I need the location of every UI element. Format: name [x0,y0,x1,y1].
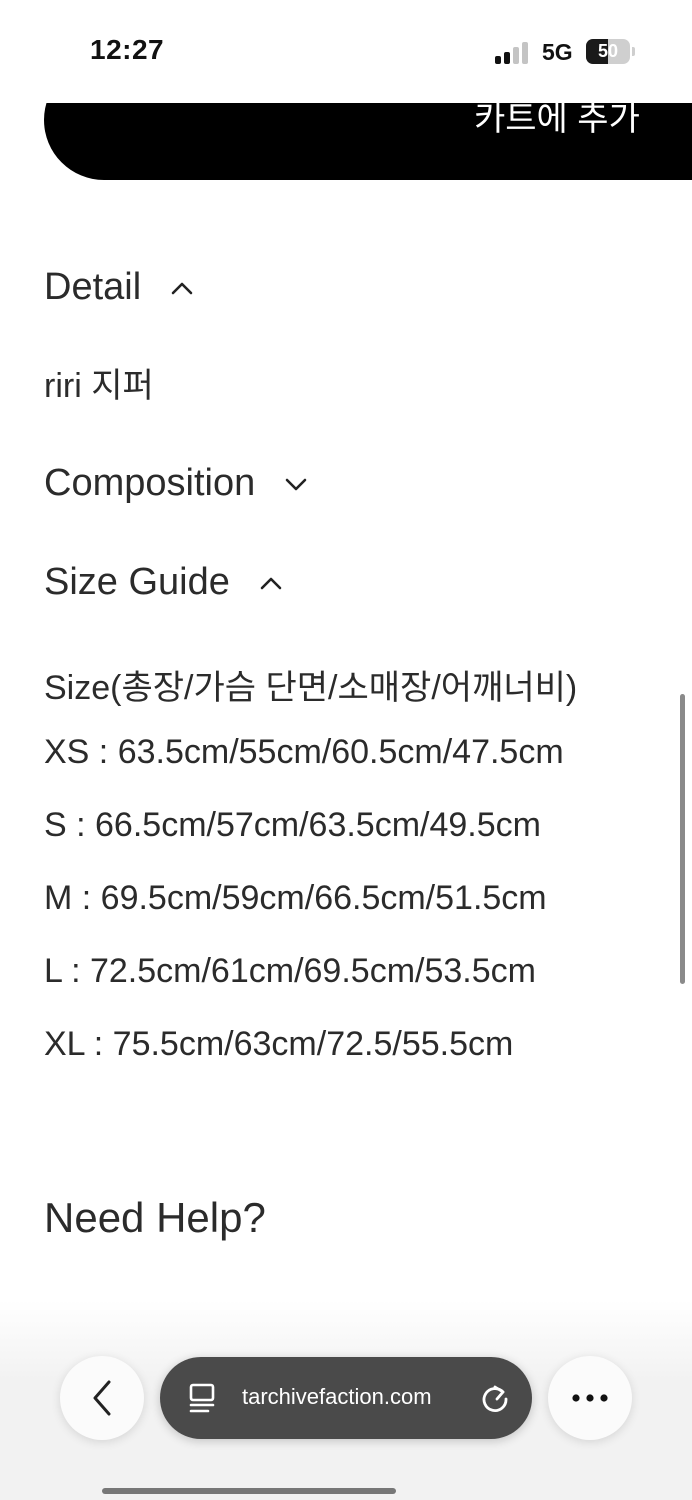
reload-icon[interactable] [480,1383,510,1413]
chevron-up-icon [171,282,193,294]
address-bar[interactable]: tarchivefaction.com [160,1357,532,1439]
network-label: 5G [542,39,573,65]
size-row-s: S : 66.5cm/57cm/63.5cm/49.5cm [44,806,541,844]
detail-section-header[interactable]: Detail [44,266,193,309]
chevron-down-icon [285,478,307,490]
size-row-l: L : 72.5cm/61cm/69.5cm/53.5cm [44,952,536,990]
more-button[interactable] [548,1356,632,1440]
size-guide-title: Size Guide [44,561,230,603]
need-help-heading[interactable]: Need Help? [44,1194,266,1242]
more-icon [572,1394,608,1402]
size-row-xl: XL : 75.5cm/63cm/72.5/55.5cm [44,1025,514,1063]
scroll-indicator[interactable] [680,694,685,984]
status-bar: 12:27 5G 50 [0,0,692,100]
url-text: tarchivefaction.com [242,1384,432,1409]
chevron-left-icon [93,1380,111,1416]
detail-title: Detail [44,266,142,308]
size-guide-header: Size(총장/가슴 단면/소매장/어깨너비) [44,669,578,707]
size-row-xs: XS : 63.5cm/55cm/60.5cm/47.5cm [44,733,564,771]
size-row-m: M : 69.5cm/59cm/66.5cm/51.5cm [44,879,547,917]
composition-section-header[interactable]: Composition [44,462,307,505]
status-time: 12:27 [90,34,165,65]
size-guide-section-header[interactable]: Size Guide [44,561,282,604]
battery-icon: 50 [586,39,630,64]
signal-icon [495,42,531,64]
composition-title: Composition [44,462,256,504]
detail-text: riri 지퍼 [44,367,154,405]
chevron-up-icon [260,577,282,589]
page: 카트에 추가 12:27 5G 50 Detail riri 지퍼 Compos… [0,0,692,1500]
home-indicator[interactable] [102,1488,396,1494]
page-icon [189,1383,215,1413]
battery-percent: 50 [597,41,619,61]
battery-cap [632,47,635,56]
back-button[interactable] [60,1356,144,1440]
